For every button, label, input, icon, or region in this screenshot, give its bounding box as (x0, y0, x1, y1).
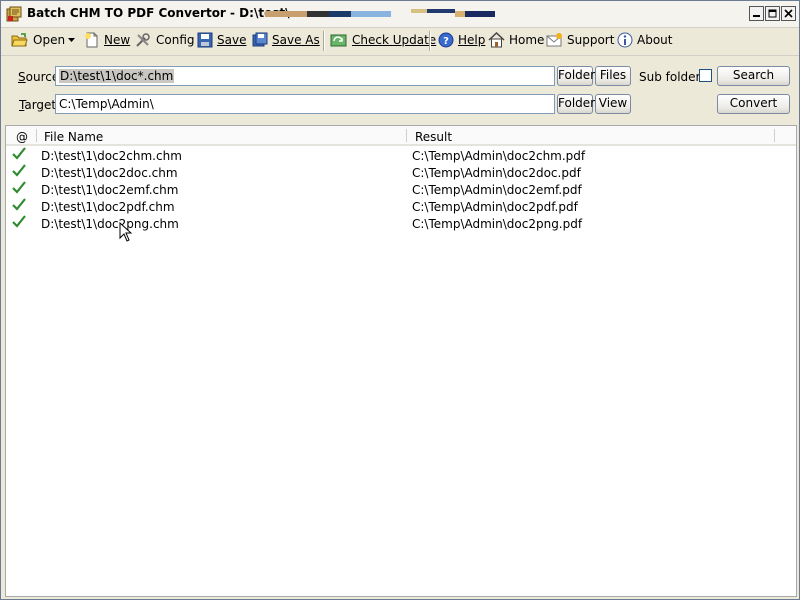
file-list[interactable]: @ File Name Result D:\test\1\doc2chm.chm… (5, 125, 797, 597)
target-input[interactable]: C:\Temp\Admin\ (55, 94, 555, 114)
save-as-label: Save As (272, 33, 320, 47)
new-label: New (104, 33, 131, 47)
new-document-icon (85, 32, 98, 48)
help-icon: ? (438, 32, 454, 48)
update-icon (330, 34, 347, 47)
open-label: Open (33, 33, 66, 47)
title-bar[interactable]: Batch CHM TO PDF Convertor - D:\test\ (1, 1, 799, 28)
checkmark-icon (12, 164, 26, 177)
convert-button[interactable]: Convert (717, 94, 790, 114)
target-label: Target (19, 98, 57, 112)
home-button[interactable]: Home (488, 31, 544, 49)
config-label: Config (156, 33, 195, 47)
column-status[interactable]: @ (16, 130, 28, 144)
home-label: Home (509, 33, 545, 47)
close-button[interactable] (781, 6, 796, 21)
list-header: @ File Name Result (6, 126, 796, 146)
app-window: Batch CHM TO PDF Convertor - D:\test\ Op… (0, 0, 800, 600)
table-row[interactable]: D:\test\1\doc2emf.chm C:\Temp\Admin\doc2e… (6, 181, 796, 198)
help-button[interactable]: ? Help (438, 31, 485, 49)
toolbar-separator (429, 31, 431, 51)
tools-icon (136, 33, 150, 47)
mouse-cursor-icon (119, 222, 133, 242)
checkmark-icon (12, 215, 26, 228)
open-button[interactable]: Open (11, 31, 65, 49)
minimize-button[interactable] (749, 6, 764, 21)
support-icon (546, 33, 562, 47)
maximize-button[interactable] (765, 6, 780, 21)
close-icon (784, 9, 793, 18)
result-cell: C:\Temp\Admin\doc2doc.pdf (412, 166, 581, 180)
result-cell: C:\Temp\Admin\doc2pdf.pdf (412, 200, 578, 214)
target-folder-button[interactable]: Folder (557, 94, 595, 114)
column-divider[interactable] (774, 129, 775, 142)
support-button[interactable]: Support (546, 31, 614, 49)
info-icon (617, 32, 633, 48)
chevron-down-icon (68, 38, 75, 42)
save-button[interactable]: Save (197, 31, 246, 49)
target-label-rest: arget (24, 98, 57, 112)
result-cell: C:\Temp\Admin\doc2emf.pdf (412, 183, 582, 197)
table-row[interactable]: D:\test\1\doc2pdf.chm C:\Temp\Admin\doc2p… (6, 198, 796, 215)
app-icon (6, 6, 22, 22)
target-view-button[interactable]: View (595, 94, 631, 114)
source-folder-button[interactable]: Folder (557, 66, 595, 86)
checkmark-icon (12, 181, 26, 194)
column-divider[interactable] (406, 129, 407, 142)
minimize-icon (753, 15, 760, 17)
source-target-panel: Source D:\test\1\doc*.chm Folder Files S… (1, 55, 799, 124)
result-cell: C:\Temp\Admin\doc2png.pdf (412, 217, 583, 231)
help-label: Help (458, 33, 486, 47)
result-cell: C:\Temp\Admin\doc2chm.pdf (412, 149, 586, 163)
source-files-button[interactable]: Files (595, 66, 631, 86)
file-name-cell: D:\test\1\doc2png.chm (41, 217, 179, 231)
save-icon (197, 32, 213, 48)
folder-open-icon (11, 33, 28, 47)
file-name-cell: D:\test\1\doc2doc.chm (41, 166, 178, 180)
save-as-button[interactable]: Save As (252, 31, 320, 49)
subfolders-checkbox[interactable] (699, 69, 712, 82)
svg-text:?: ? (443, 36, 449, 47)
title-decoration (265, 9, 495, 17)
column-result[interactable]: Result (415, 130, 452, 144)
file-name-cell: D:\test\1\doc2chm.chm (41, 149, 182, 163)
source-input-value: D:\test\1\doc*.chm (59, 69, 175, 83)
source-label: Source (18, 70, 60, 84)
toolbar: Open New Config Save Save As Check Updat… (1, 27, 799, 53)
new-button[interactable]: New (84, 31, 130, 49)
about-label: About (637, 33, 673, 47)
window-title: Batch CHM TO PDF Convertor - D:\test\ (27, 6, 290, 20)
table-row[interactable]: D:\test\1\doc2doc.chm C:\Temp\Admin\doc2d… (6, 164, 796, 181)
column-file-name[interactable]: File Name (44, 130, 103, 144)
toolbar-separator (323, 31, 325, 51)
about-button[interactable]: About (617, 31, 672, 49)
file-name-cell: D:\test\1\doc2pdf.chm (41, 200, 175, 214)
config-button[interactable]: Config (135, 31, 195, 49)
checkmark-icon (12, 147, 26, 160)
support-label: Support (567, 33, 615, 47)
search-button[interactable]: Search (717, 66, 790, 86)
check-update-label: Check Update (352, 33, 437, 47)
save-label: Save (217, 33, 247, 47)
file-name-cell: D:\test\1\doc2emf.chm (41, 183, 179, 197)
save-as-icon (252, 32, 268, 47)
maximize-icon (768, 9, 777, 18)
table-row[interactable]: D:\test\1\doc2chm.chm C:\Temp\Admin\doc2c… (6, 147, 796, 164)
column-divider[interactable] (36, 129, 37, 142)
subfolders-label: Sub folders (639, 70, 707, 84)
open-dropdown-arrow[interactable] (67, 31, 80, 49)
check-update-button[interactable]: Check Update (330, 31, 436, 49)
home-icon (488, 32, 505, 48)
source-input[interactable]: D:\test\1\doc*.chm (55, 66, 555, 86)
checkmark-icon (12, 198, 26, 211)
